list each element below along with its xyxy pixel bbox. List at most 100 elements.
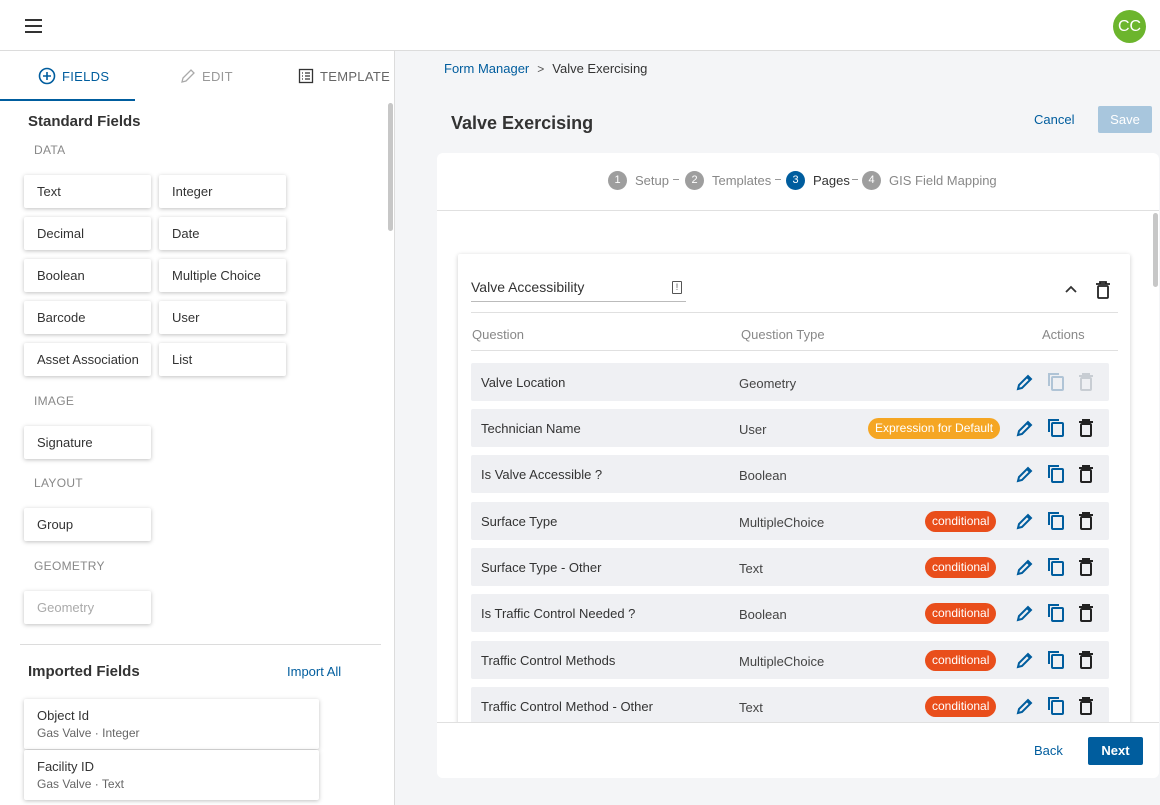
card-footer: Back Next — [437, 722, 1159, 778]
table-row[interactable]: Traffic Control Methods MultipleChoice con… — [471, 641, 1109, 679]
save-button[interactable]: Save — [1098, 106, 1152, 133]
header-bottom-divider — [471, 350, 1118, 351]
field-multiple-choice[interactable]: Multiple Choice — [159, 259, 286, 292]
trash-icon[interactable] — [1076, 511, 1096, 531]
list-icon — [298, 68, 314, 84]
copy-icon[interactable] — [1046, 696, 1066, 716]
copy-icon[interactable] — [1046, 557, 1066, 577]
trash-icon[interactable] — [1076, 464, 1096, 484]
edit-icon[interactable] — [1015, 557, 1035, 577]
step-label: Templates — [712, 173, 772, 188]
page-panel: Valve Accessibility ! Question Question … — [458, 254, 1130, 734]
step-number: 3 — [786, 171, 805, 190]
hamburger-menu-icon[interactable] — [25, 19, 42, 33]
tab-fields[interactable]: FIELDS — [38, 51, 109, 101]
category-layout: LAYOUT — [34, 476, 83, 490]
trash-icon[interactable] — [1076, 372, 1096, 392]
step-gis-field-mapping[interactable]: 4 GIS Field Mapping — [862, 171, 997, 190]
back-button[interactable]: Back — [1034, 743, 1063, 758]
tab-template[interactable]: TEMPLATE — [298, 51, 390, 101]
import-all-link[interactable]: Import All — [287, 664, 341, 679]
field-asset-association[interactable]: Asset Association — [24, 343, 151, 376]
field-boolean[interactable]: Boolean — [24, 259, 151, 292]
step-setup[interactable]: 1 Setup — [608, 171, 669, 190]
imported-field-card[interactable]: Facility ID Gas Valve · Text — [24, 750, 319, 800]
edit-icon[interactable] — [1015, 372, 1035, 392]
breadcrumb-form-manager[interactable]: Form Manager — [444, 61, 529, 76]
field-list[interactable]: List — [159, 343, 286, 376]
avatar[interactable]: CC — [1113, 10, 1146, 43]
question-type: Geometry — [739, 376, 797, 391]
trash-icon[interactable] — [1076, 696, 1096, 716]
conditional-badge: conditional — [925, 650, 997, 671]
table-row[interactable]: Surface Type MultipleChoice conditional — [471, 502, 1109, 540]
page-title: Valve Exercising — [451, 113, 594, 133]
standard-fields-title: Standard Fields — [28, 113, 141, 130]
edit-icon[interactable] — [1015, 418, 1035, 438]
copy-icon[interactable] — [1046, 464, 1066, 484]
edit-icon[interactable] — [1015, 511, 1035, 531]
table-row[interactable]: Surface Type - Other Text conditional — [471, 548, 1109, 586]
field-signature[interactable]: Signature — [24, 426, 151, 459]
imported-field-name: Facility ID — [37, 759, 95, 774]
conditional-badge: conditional — [925, 603, 997, 624]
field-integer[interactable]: Integer — [159, 175, 286, 208]
pencil-icon — [181, 69, 195, 83]
question-type: Text — [739, 561, 763, 576]
top-bar: CC — [0, 0, 1160, 51]
info-icon[interactable]: ! — [672, 281, 682, 294]
breadcrumb-current: Valve Exercising — [552, 61, 648, 76]
category-geometry: GEOMETRY — [34, 559, 105, 573]
edit-icon[interactable] — [1015, 603, 1035, 623]
question-text: Surface Type — [481, 514, 558, 529]
copy-icon[interactable] — [1046, 418, 1066, 438]
content-scrollbar[interactable] — [1153, 213, 1158, 287]
step-number: 1 — [608, 171, 627, 190]
copy-icon[interactable] — [1046, 650, 1066, 670]
tab-edit-label: EDIT — [202, 68, 233, 84]
page-name-field[interactable]: Valve Accessibility ! — [471, 279, 686, 302]
trash-icon[interactable] — [1095, 281, 1111, 299]
edit-icon[interactable] — [1015, 464, 1035, 484]
breadcrumb: Form Manager > Valve Exercising — [444, 61, 647, 76]
field-date[interactable]: Date — [159, 217, 286, 250]
field-geometry[interactable]: Geometry — [24, 591, 151, 624]
copy-icon[interactable] — [1046, 511, 1066, 531]
step-number: 4 — [862, 171, 881, 190]
edit-icon[interactable] — [1015, 650, 1035, 670]
trash-icon[interactable] — [1076, 603, 1096, 623]
header-top-divider — [471, 312, 1118, 313]
imported-field-sub: Gas Valve · Integer — [37, 726, 140, 740]
step-pages[interactable]: 3 Pages — [786, 171, 850, 190]
copy-icon[interactable] — [1046, 372, 1066, 392]
trash-icon[interactable] — [1076, 557, 1096, 577]
tab-edit[interactable]: EDIT — [180, 51, 233, 101]
chevron-up-icon[interactable] — [1064, 282, 1078, 296]
category-data: DATA — [34, 143, 66, 157]
field-user[interactable]: User — [159, 301, 286, 334]
table-row[interactable]: Valve Location Geometry — [471, 363, 1109, 401]
field-decimal[interactable]: Decimal — [24, 217, 151, 250]
table-row[interactable]: Is Valve Accessible ? Boolean — [471, 455, 1109, 493]
field-barcode[interactable]: Barcode — [24, 301, 151, 334]
breadcrumb-separator: > — [537, 61, 545, 76]
field-group[interactable]: Group — [24, 508, 151, 541]
sidebar-scrollbar[interactable] — [388, 103, 393, 231]
question-type: Boolean — [739, 468, 787, 483]
edit-icon[interactable] — [1015, 696, 1035, 716]
sidebar-tabs: FIELDS EDIT TEMPLATE — [0, 51, 394, 101]
next-button[interactable]: Next — [1088, 737, 1143, 765]
trash-icon[interactable] — [1076, 418, 1096, 438]
step-templates[interactable]: 2 Templates — [685, 171, 771, 190]
field-text[interactable]: Text — [24, 175, 151, 208]
trash-icon[interactable] — [1076, 650, 1096, 670]
copy-icon[interactable] — [1046, 603, 1066, 623]
table-row[interactable]: Technician Name User Expression for Defaul… — [471, 409, 1109, 447]
table-row[interactable]: Is Traffic Control Needed ? Boolean condit… — [471, 594, 1109, 632]
cancel-button[interactable]: Cancel — [1034, 112, 1074, 127]
imported-fields-title: Imported Fields — [28, 663, 140, 680]
imported-field-card[interactable]: Object Id Gas Valve · Integer — [24, 699, 319, 749]
table-row[interactable]: Traffic Control Method - Other Text condit… — [471, 687, 1109, 725]
question-text: Traffic Control Methods — [481, 653, 616, 668]
question-type: Boolean — [739, 607, 787, 622]
